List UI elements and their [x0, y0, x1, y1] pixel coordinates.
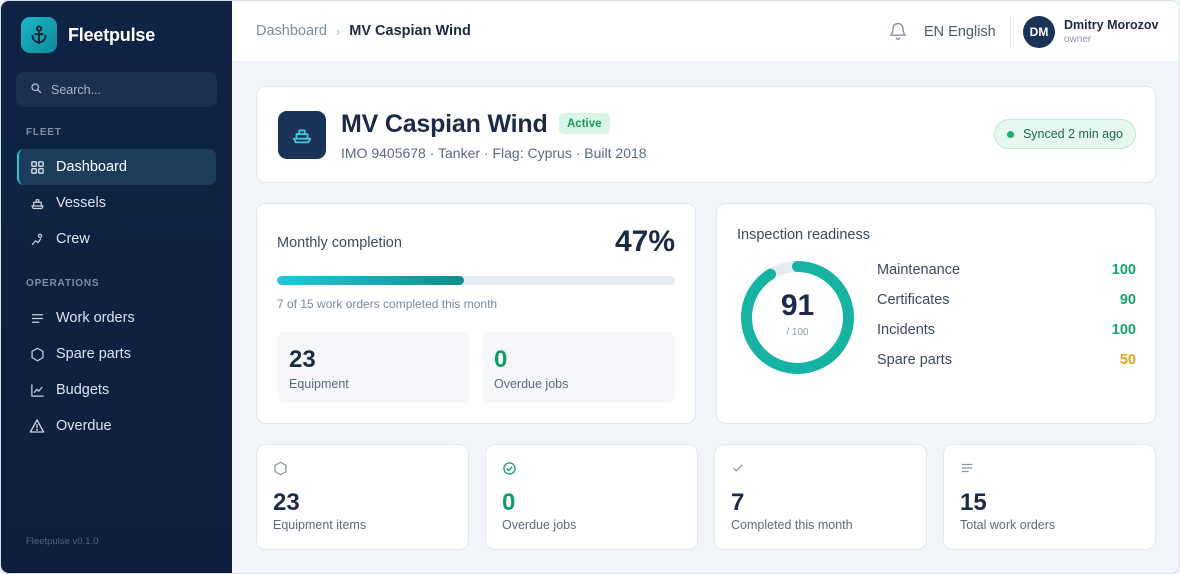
sidebar-item-spare-parts[interactable]: Spare parts [17, 336, 216, 372]
inspection-readiness-card: Inspection readiness 91 / 100 Maintenanc… [716, 203, 1156, 424]
sidebar-item-vessels[interactable]: Vessels [17, 185, 216, 221]
monthly-percent: 47% [614, 225, 675, 258]
readiness-score: 91 [780, 289, 815, 322]
readiness-row-value: 100 [1111, 322, 1136, 338]
hexagon-icon [273, 461, 289, 477]
stat-card-total[interactable]: 15 Total work orders [943, 444, 1156, 550]
sync-label: Synced 2 min ago [1022, 127, 1123, 141]
sidebar: Fleetpulse FLEET Dashboard Vessels C [1, 1, 232, 573]
ship-icon [29, 195, 45, 211]
mini-stat-value: 23 [289, 346, 316, 373]
sidebar-item-budgets[interactable]: Budgets [17, 372, 216, 408]
warning-icon [29, 418, 45, 434]
readiness-row-value: 50 [1119, 352, 1136, 368]
stat-label: Equipment items [273, 518, 367, 532]
stat-value: 23 [273, 489, 300, 516]
readiness-row-certificates: Certificates 90 [877, 292, 1136, 308]
readiness-row-spare-parts: Spare parts 50 [877, 352, 1136, 368]
monthly-completion-card: Monthly completion 47% 7 of 15 work orde… [256, 203, 696, 424]
crew-icon [29, 231, 45, 247]
user-name[interactable]: Dmitry Morozov [1064, 18, 1158, 32]
chart-icon [29, 382, 45, 398]
readiness-row-maintenance: Maintenance 100 [877, 262, 1136, 278]
sidebar-item-label: Budgets [56, 382, 110, 398]
brand[interactable]: Fleetpulse [21, 17, 155, 53]
sync-dot-icon [1006, 130, 1014, 138]
readiness-denominator: / 100 [786, 327, 809, 338]
chevron-right-icon: › [335, 23, 341, 39]
sidebar-item-overdue[interactable]: Overdue [17, 408, 216, 444]
stat-value: 0 [502, 489, 516, 516]
readiness-row-value: 100 [1111, 262, 1136, 278]
stat-label: Completed this month [731, 518, 853, 532]
check-icon [731, 461, 747, 477]
vessel-icon [278, 111, 326, 159]
sync-status: Synced 2 min ago [993, 119, 1136, 149]
status-badge: Active [559, 113, 610, 134]
readiness-row-label: Certificates [877, 292, 950, 308]
vessel-meta: IMO 9405678 · Tanker · Flag: Cyprus · Bu… [341, 145, 647, 161]
progress-fill [277, 276, 465, 285]
list-icon [29, 310, 45, 326]
sidebar-item-label: Overdue [56, 418, 112, 434]
language-selector[interactable]: EN English [924, 24, 996, 40]
stat-label: Overdue jobs [502, 518, 577, 532]
vessel-name: MV Caspian Wind [341, 110, 548, 138]
stat-value: 7 [731, 489, 745, 516]
monthly-title: Monthly completion [277, 235, 402, 251]
search-input[interactable] [51, 82, 201, 97]
progress-bar [277, 276, 675, 285]
app-window: Fleetpulse FLEET Dashboard Vessels C [0, 0, 1180, 574]
readiness-title: Inspection readiness [737, 227, 870, 243]
hexagon-icon [29, 346, 45, 362]
readiness-row-label: Incidents [877, 322, 936, 338]
sidebar-item-label: Vessels [56, 195, 106, 211]
sidebar-item-label: Crew [56, 231, 90, 247]
search-box[interactable] [16, 72, 217, 107]
stat-label: Total work orders [960, 518, 1056, 532]
stat-card-completed[interactable]: 7 Completed this month [714, 444, 927, 550]
anchor-icon [21, 17, 57, 53]
readiness-row-label: Maintenance [877, 262, 961, 278]
readiness-row-value: 90 [1119, 292, 1136, 308]
user-role: owner [1064, 34, 1092, 45]
mini-stat-equipment: 23 Equipment [277, 332, 470, 403]
avatar[interactable]: DM [1023, 16, 1055, 48]
app-version: Fleetpulse v0.1.0 [26, 536, 99, 547]
topbar-divider [1010, 15, 1011, 49]
sidebar-item-label: Dashboard [56, 159, 127, 175]
sidebar-item-work-orders[interactable]: Work orders [17, 300, 216, 336]
readiness-row-incidents: Incidents 100 [877, 322, 1136, 338]
readiness-row-label: Spare parts [877, 352, 952, 368]
breadcrumb: Dashboard › MV Caspian Wind [256, 23, 471, 39]
stat-card-overdue[interactable]: 0 Overdue jobs [485, 444, 698, 550]
search-icon [30, 81, 42, 99]
topbar: Dashboard › MV Caspian Wind EN English D… [232, 1, 1179, 62]
brand-name: Fleetpulse [68, 24, 156, 45]
stat-card-equipment[interactable]: 23 Equipment items [256, 444, 469, 550]
section-label-operations: OPERATIONS [26, 278, 100, 289]
grid-icon [29, 159, 45, 175]
vessel-header-card: MV Caspian Wind Active IMO 9405678 · Tan… [256, 86, 1156, 183]
sidebar-item-dashboard[interactable]: Dashboard [17, 149, 216, 185]
breadcrumb-dashboard[interactable]: Dashboard [256, 23, 327, 39]
sidebar-item-label: Work orders [56, 310, 135, 326]
list-icon [960, 461, 976, 477]
stat-value: 15 [960, 489, 987, 516]
check-circle-icon [502, 461, 518, 477]
bell-icon[interactable] [888, 21, 908, 46]
mini-stat-label: Overdue jobs [494, 377, 569, 391]
sidebar-item-label: Spare parts [56, 346, 131, 362]
mini-stat-value: 0 [494, 346, 508, 373]
section-label-fleet: FLEET [26, 127, 62, 138]
monthly-subtitle: 7 of 15 work orders completed this month [277, 297, 498, 311]
mini-stat-overdue: 0 Overdue jobs [482, 332, 675, 403]
mini-stat-label: Equipment [289, 377, 349, 391]
breadcrumb-current: MV Caspian Wind [349, 23, 471, 39]
sidebar-item-crew[interactable]: Crew [17, 221, 216, 257]
